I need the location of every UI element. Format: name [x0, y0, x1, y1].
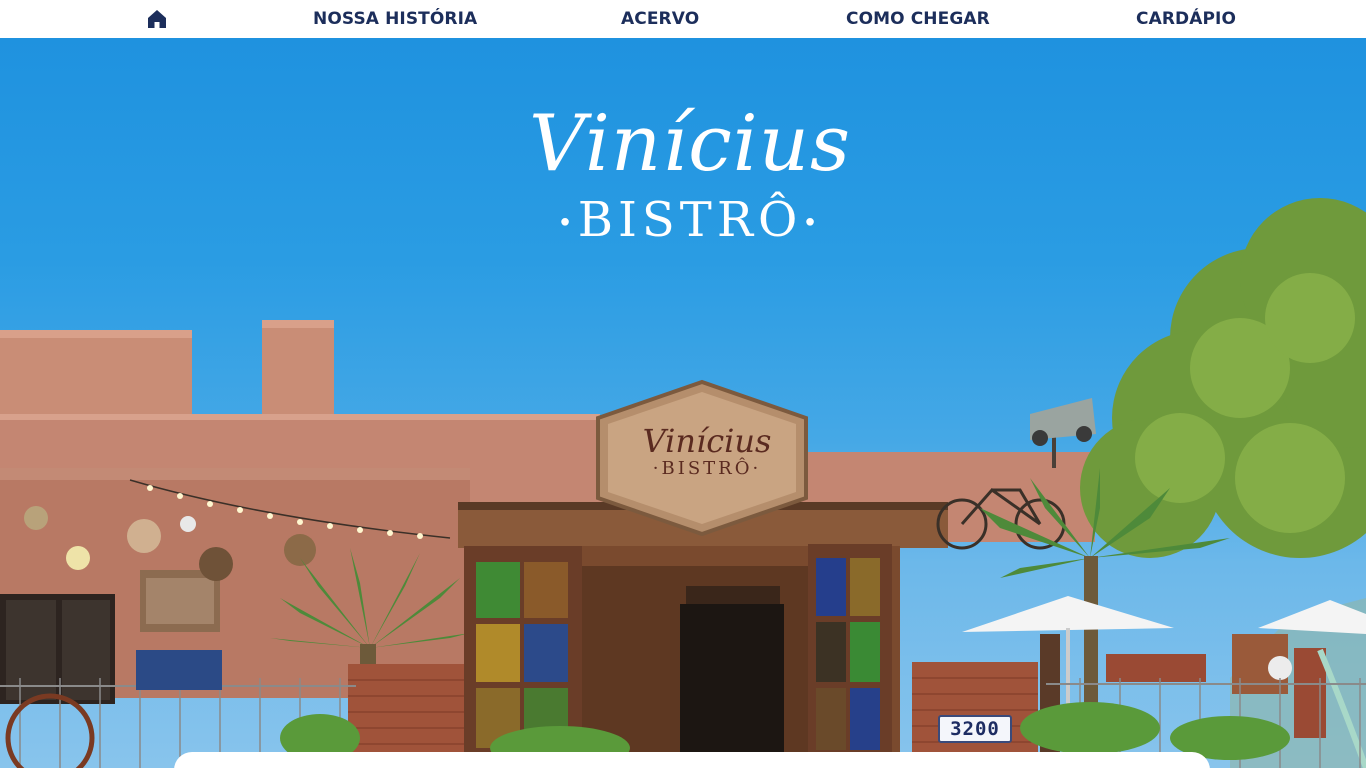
sign-subtitle: ·BISTRÔ·: [652, 458, 762, 479]
sign-title: Vinícius: [642, 422, 772, 460]
content-card: [174, 752, 1210, 768]
top-navigation: NOSSA HISTÓRIA ACERVO COMO CHEGAR CARDÁP…: [0, 0, 1366, 38]
logo-dot-right: •: [802, 208, 823, 239]
nav-link-nossa-historia[interactable]: NOSSA HISTÓRIA: [313, 0, 477, 38]
nav-link-acervo[interactable]: ACERVO: [621, 0, 699, 38]
nav-link-cardapio[interactable]: CARDÁPIO: [1136, 0, 1236, 38]
logo-dot-left: •: [557, 208, 578, 239]
hero-logo: Vinícius •BISTRÔ•: [500, 100, 880, 290]
logo-subtitle-wrap: •BISTRÔ•: [500, 192, 880, 252]
logo-title: Vinícius: [529, 99, 851, 189]
storefront-sign: Vinícius ·BISTRÔ·: [606, 388, 808, 516]
nav-link-como-chegar[interactable]: COMO CHEGAR: [846, 0, 990, 38]
home-icon[interactable]: [146, 8, 168, 30]
house-number-plate: 3200: [938, 715, 1012, 743]
logo-subtitle: BISTRÔ: [577, 192, 803, 248]
